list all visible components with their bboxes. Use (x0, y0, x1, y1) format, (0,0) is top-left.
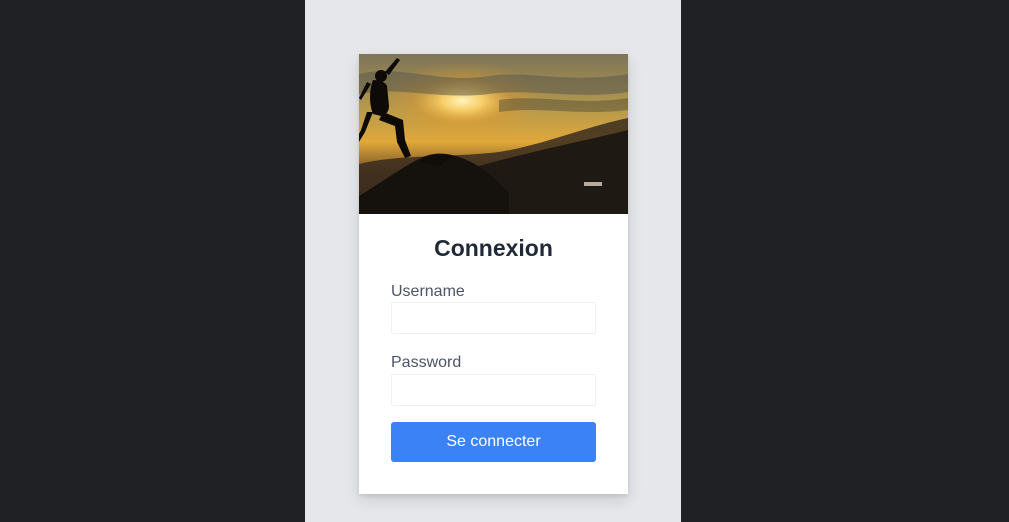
hero-image (359, 54, 628, 214)
login-card: Connexion Username Password Se connecter (359, 54, 628, 494)
page-title: Connexion (434, 235, 553, 261)
login-button[interactable]: Se connecter (391, 422, 596, 462)
password-label: Password (391, 354, 462, 371)
username-input[interactable] (391, 302, 596, 334)
password-input[interactable] (391, 374, 596, 406)
username-label: Username (391, 283, 465, 300)
page-viewport: Connexion Username Password Se connecter (305, 0, 681, 522)
